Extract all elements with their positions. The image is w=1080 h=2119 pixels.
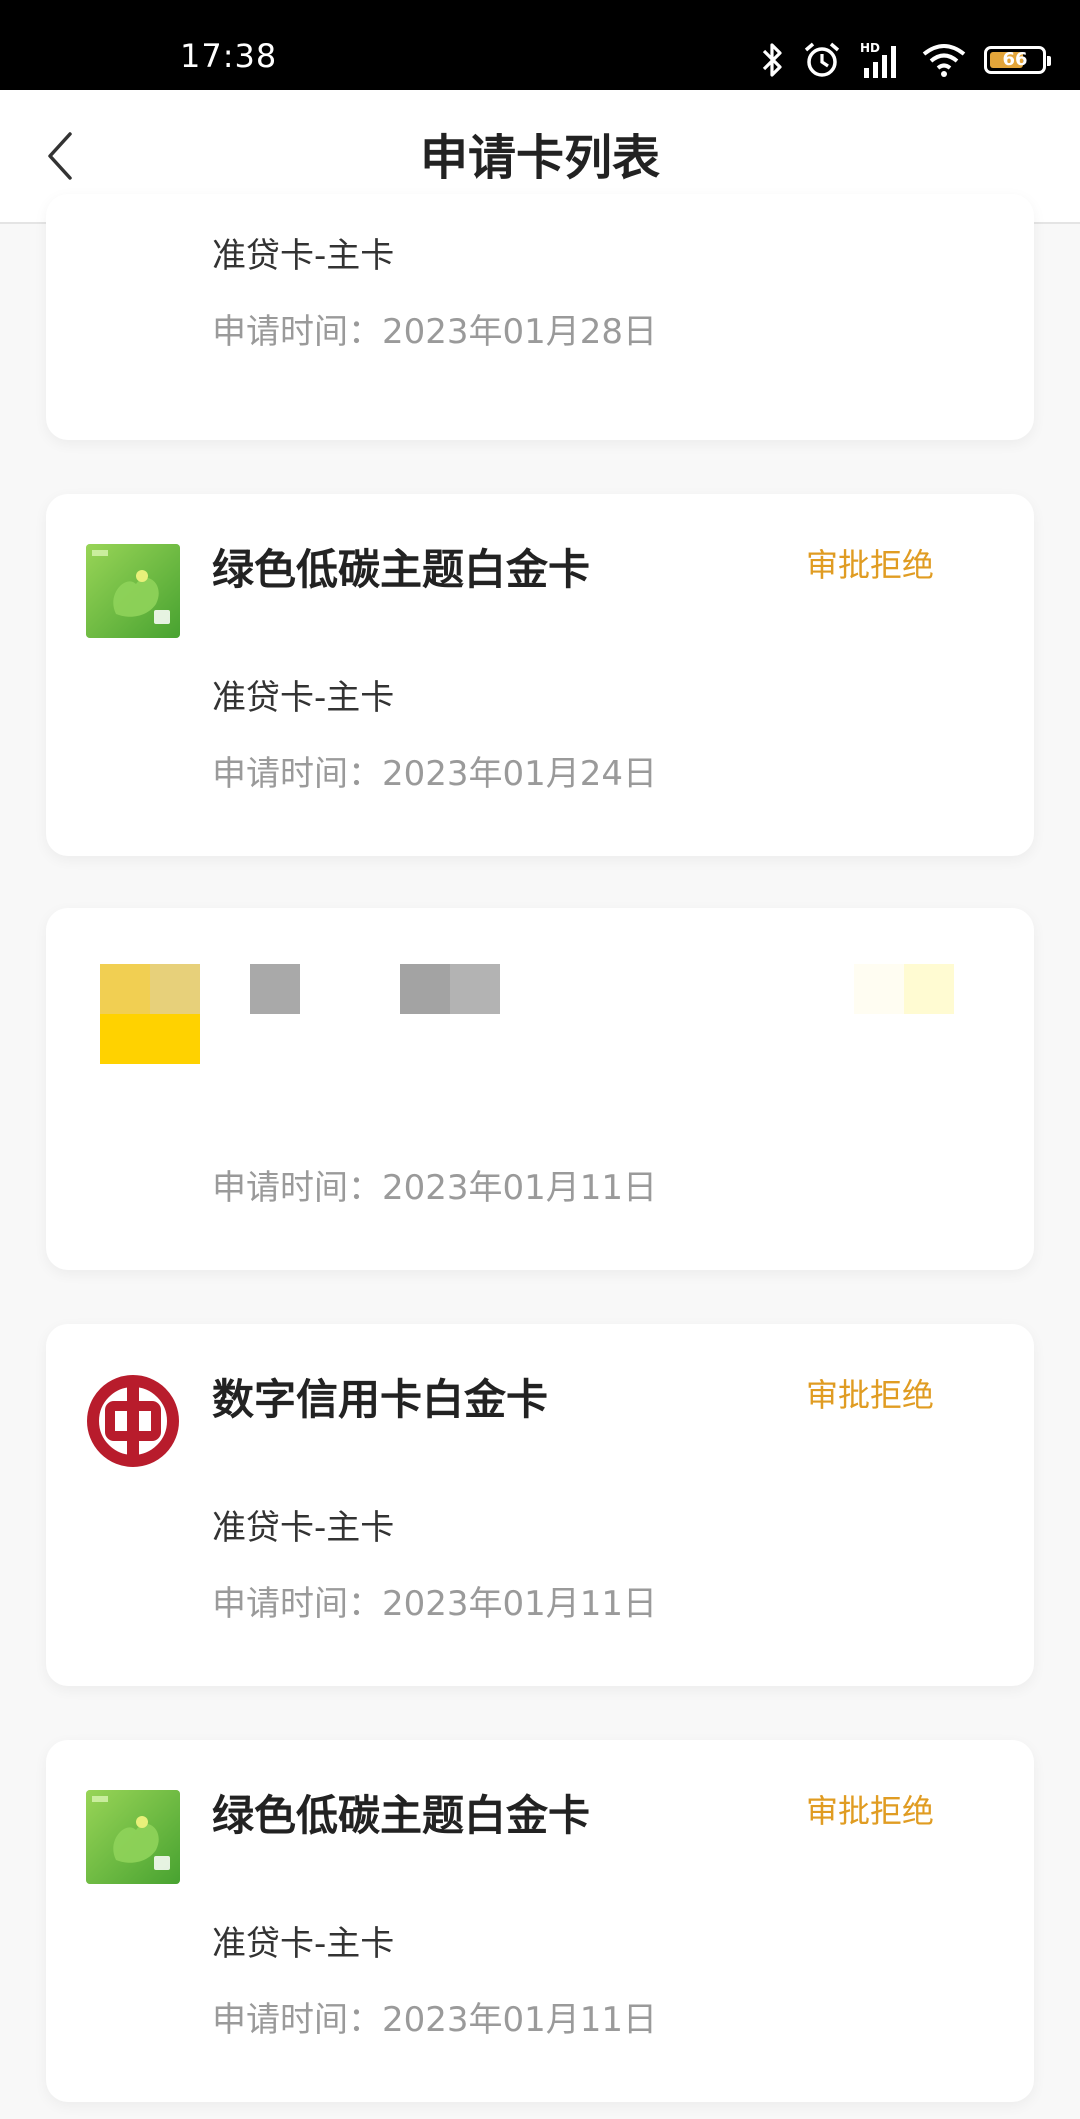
card-type: 准贷卡-主卡 [212,1508,395,1548]
green-card-icon [86,544,180,638]
signal-icon: HD [860,41,896,78]
apply-date: 申请时间：2023年01月11日 [212,2000,658,2040]
application-card[interactable]: 准贷卡-主卡 申请时间：2023年01月28日 [46,194,1034,440]
apply-date: 申请时间：2023年01月11日 [212,1168,658,1208]
clock: 17:38 [180,37,278,75]
application-card[interactable]: 绿色低碳主题白金卡 审批拒绝 准贷卡-主卡 申请时间：2023年01月24日 [46,494,1034,856]
wifi-icon [922,44,966,77]
status-badge: 审批拒绝 [805,1792,934,1830]
status-badge: 审批拒绝 [805,1376,934,1414]
redacted-status [854,964,954,1014]
status-bar: 17:38 HD 66 [0,0,1080,90]
hd-label: HD [860,41,880,55]
application-card[interactable]: 绿色低碳主题白金卡 审批拒绝 准贷卡-主卡 申请时间：2023年01月11日 [46,1740,1034,2102]
card-type: 准贷卡-主卡 [212,1924,395,1964]
apply-date: 申请时间：2023年01月28日 [212,312,658,352]
bank-of-china-icon [87,1375,179,1467]
card-name: 绿色低碳主题白金卡 [212,1791,591,1840]
card-type: 准贷卡-主卡 [212,236,395,276]
page-title: 申请卡列表 [419,130,660,186]
apply-date: 申请时间：2023年01月24日 [212,754,658,794]
card-type: 准贷卡-主卡 [212,678,395,718]
green-card-icon [86,1790,180,1884]
card-name: 绿色低碳主题白金卡 [212,545,591,594]
alarm-icon [804,42,840,77]
redacted-logo [100,964,200,1064]
apply-date: 申请时间：2023年01月11日 [212,1584,658,1624]
battery-level: 66 [1002,49,1028,70]
status-badge: 审批拒绝 [805,546,934,584]
application-card[interactable]: 申请时间：2023年01月11日 [46,908,1034,1270]
bluetooth-icon [762,43,782,77]
redacted-text [400,964,500,1014]
status-icons: HD 66 [760,38,1051,82]
redacted-text [250,964,300,1014]
application-card[interactable]: 数字信用卡白金卡 审批拒绝 准贷卡-主卡 申请时间：2023年01月11日 [46,1324,1034,1686]
card-name: 数字信用卡白金卡 [212,1375,549,1424]
battery-icon: 66 [984,46,1051,74]
